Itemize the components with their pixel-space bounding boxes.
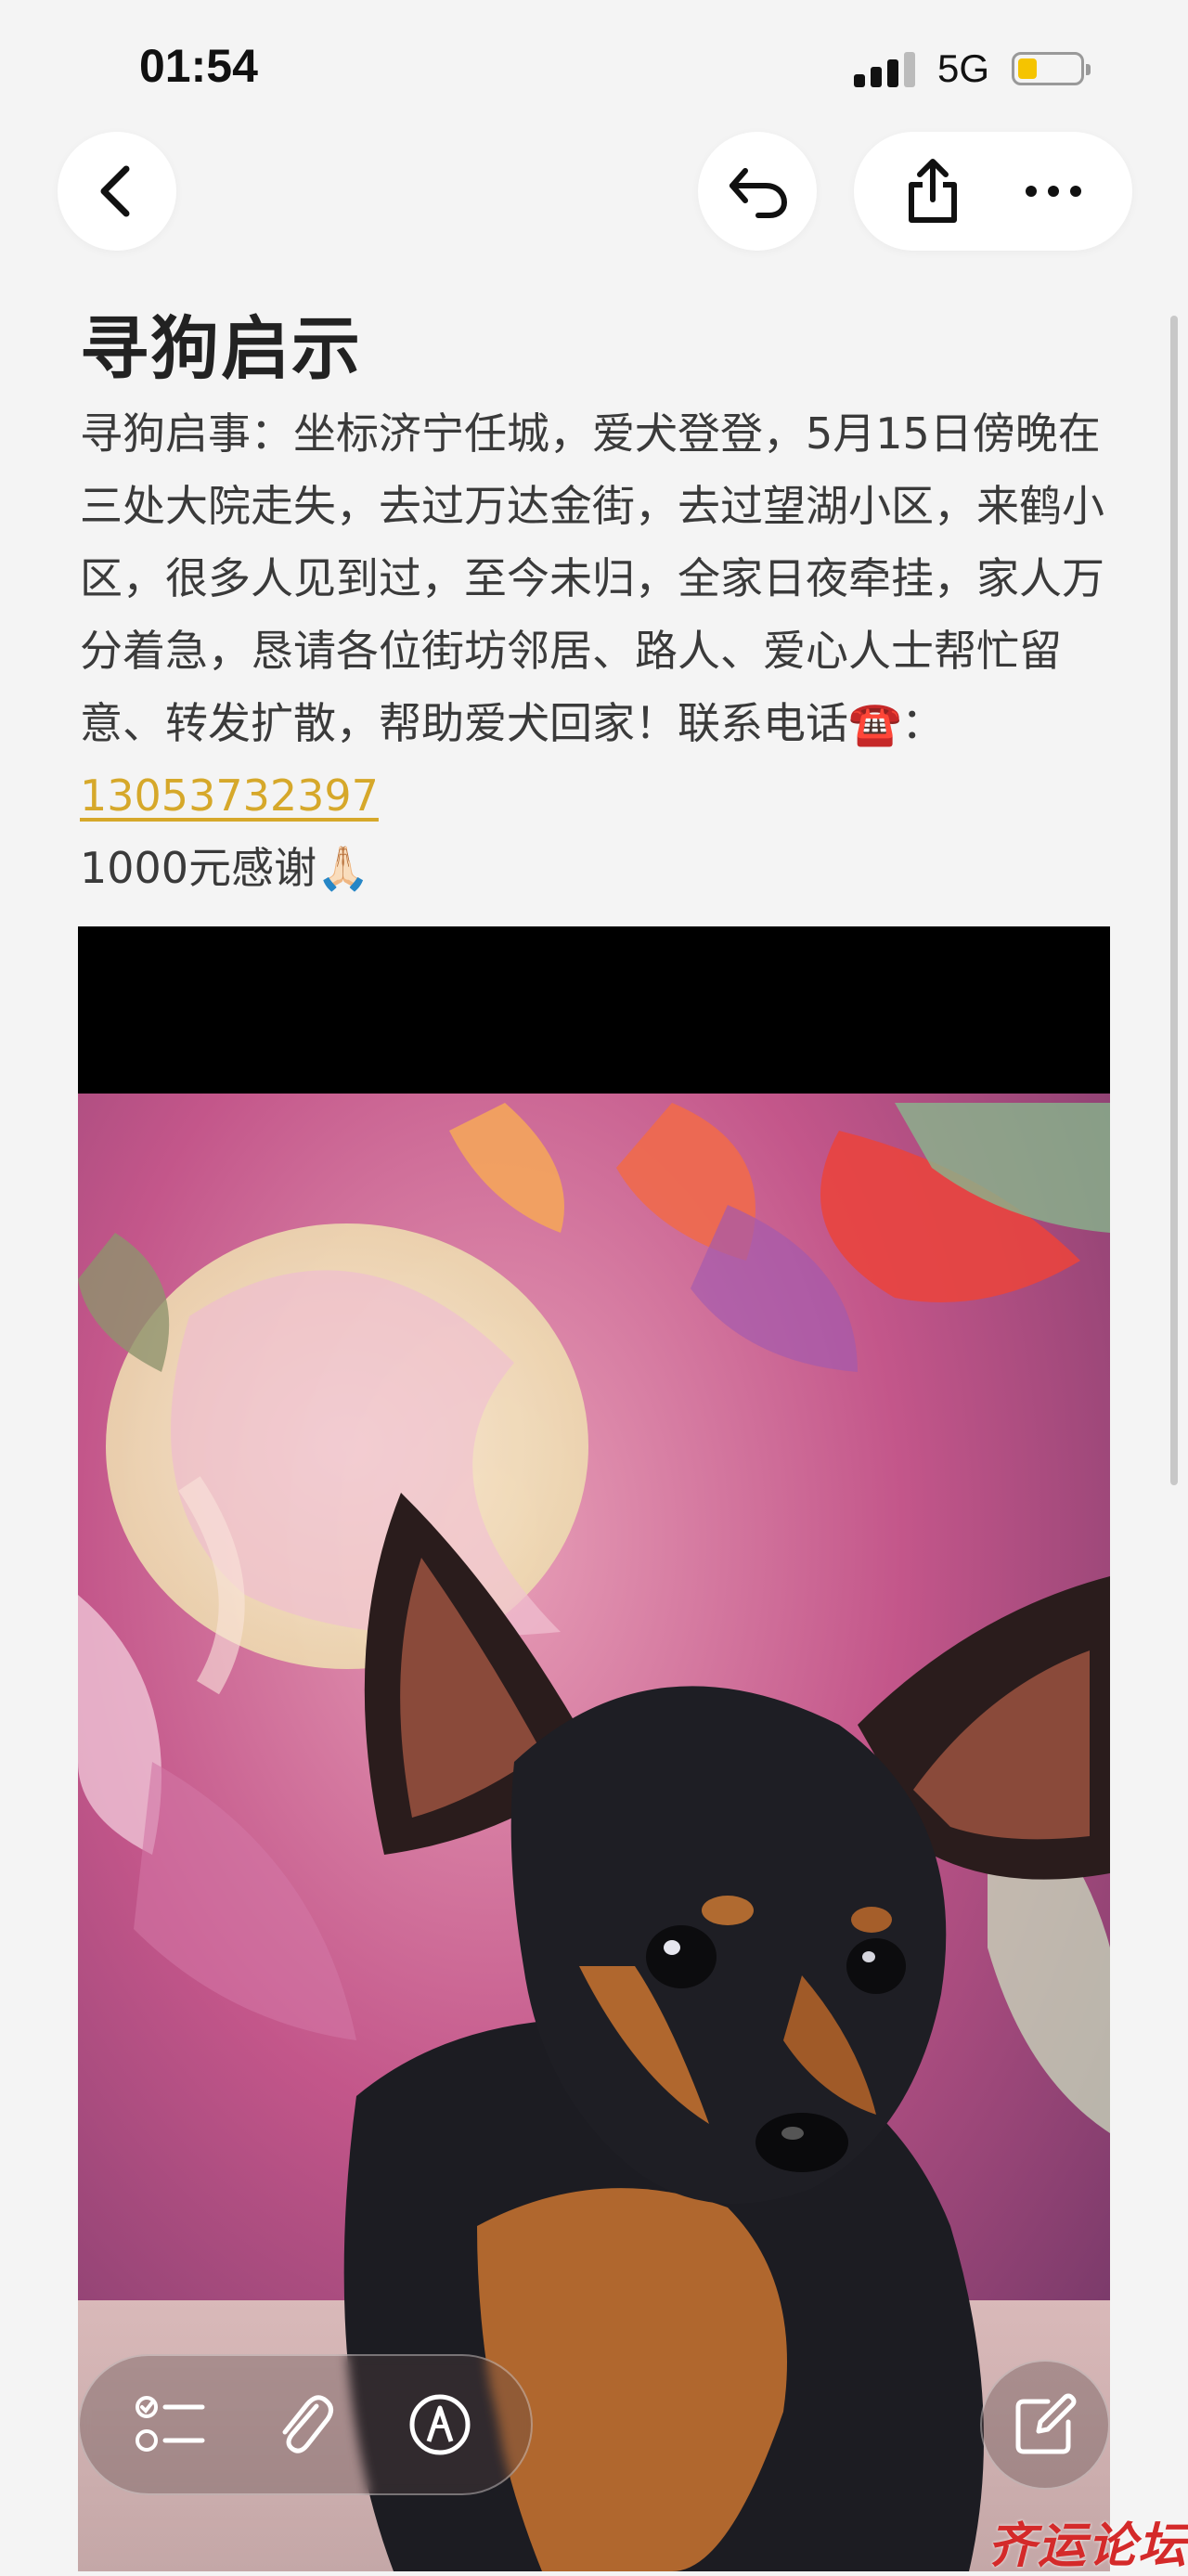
more-button[interactable] [1012,149,1095,233]
chevron-left-icon [100,165,130,217]
action-pill [854,132,1132,251]
pen-markup-icon [409,2394,471,2455]
watermark: 齐运论坛 [988,2518,1188,2574]
compose-icon [1015,2393,1077,2454]
note-body-text: 寻狗启事：坐标济宁任城，爱犬登登，5月15日傍晚在三处大院走失，去过万达金街，去… [80,408,1104,748]
scrollbar[interactable] [1170,316,1178,1485]
status-bar: 01:54 5G [0,0,1188,130]
dog-photo[interactable] [78,926,1110,2571]
phone-link[interactable]: 13053732397 [80,770,379,821]
attach-button[interactable] [261,2380,350,2469]
markup-button[interactable] [395,2380,484,2469]
share-button[interactable] [891,149,975,233]
more-icon [1026,186,1081,197]
checklist-button[interactable] [126,2380,215,2469]
back-button[interactable] [58,132,176,251]
battery-icon [1012,52,1091,85]
note-body[interactable]: 寻狗启事：坐标济宁任城，爱犬登登，5月15日傍晚在三处大院走失，去过万达金街，去… [80,397,1119,904]
undo-button[interactable] [698,132,817,251]
checklist-icon [136,2396,205,2452]
note-title[interactable]: 寻狗启示 [80,293,362,393]
status-time: 01:54 [139,40,258,92]
share-icon [909,159,957,223]
signal-strength-icon [854,50,919,87]
undo-icon [730,168,788,218]
compose-button[interactable] [980,2360,1110,2490]
network-type: 5G [937,46,990,90]
paperclip-icon [282,2395,333,2453]
reward-text: 1000元感谢🙏🏻 [80,843,370,893]
bottom-toolbar [78,2354,533,2495]
